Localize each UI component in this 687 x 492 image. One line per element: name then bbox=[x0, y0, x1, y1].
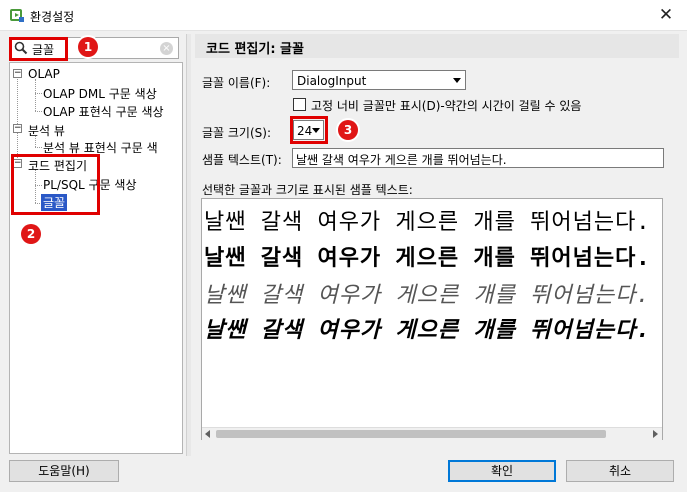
annotation-box-font-size bbox=[290, 116, 328, 144]
tree-item-olap-expression-syntax-color[interactable]: OLAP 표현식 구문 색상 bbox=[43, 103, 164, 120]
annotation-box-tree bbox=[11, 154, 100, 215]
app-icon bbox=[10, 9, 24, 22]
chevron-down-icon bbox=[453, 78, 461, 83]
sample-text-value: 날쌘 갈색 여우가 게으른 개를 뛰어넘는다. bbox=[296, 153, 507, 167]
tree-item-analytic-view[interactable]: 분석 뷰 bbox=[28, 122, 65, 139]
tree-connector bbox=[35, 93, 42, 94]
annotation-badge-1: 1 bbox=[78, 37, 98, 57]
preview-line-bold-italic: 날쌘 갈색 여우가 게으른 개를 뛰어넘는다. bbox=[204, 318, 651, 343]
fixed-width-checkbox[interactable] bbox=[293, 98, 306, 111]
preview-line-italic: 날쌘 갈색 여우가 게으른 개를 뛰어넘는다. bbox=[204, 283, 651, 308]
font-preview-area: 날쌘 갈색 여우가 게으른 개를 뛰어넘는다. 날쌘 갈색 여우가 게으른 개를… bbox=[201, 198, 663, 440]
sample-text-input[interactable]: 날쌘 갈색 여우가 게으른 개를 뛰어넘는다. bbox=[292, 148, 664, 168]
font-size-label: 글꼴 크기(S): bbox=[202, 126, 271, 140]
cancel-button[interactable]: 취소 bbox=[566, 460, 674, 482]
title-bar bbox=[0, 0, 687, 31]
annotation-badge-2: 2 bbox=[21, 224, 41, 244]
tree-connector bbox=[35, 147, 42, 148]
panel-splitter[interactable] bbox=[186, 34, 191, 456]
font-name-label: 글꼴 이름(F): bbox=[202, 76, 271, 90]
tree-item-olap[interactable]: OLAP bbox=[28, 67, 60, 81]
tree-connector bbox=[35, 111, 42, 112]
sample-text-label: 샘플 텍스트(T): bbox=[202, 153, 282, 167]
font-name-value: DialogInput bbox=[297, 74, 367, 88]
annotation-badge-3: 3 bbox=[338, 120, 358, 140]
font-name-select[interactable]: DialogInput bbox=[292, 70, 466, 90]
preview-line-bold: 날쌘 갈색 여우가 게으른 개를 뛰어넘는다. bbox=[204, 246, 651, 271]
window-title: 환경설정 bbox=[30, 10, 75, 24]
annotation-box-search bbox=[9, 37, 68, 61]
collapse-icon[interactable]: − bbox=[13, 124, 22, 133]
fixed-width-label: 고정 너비 글꼴만 표시(D)-약간의 시간이 걸릴 수 있음 bbox=[311, 99, 582, 113]
ok-button[interactable]: 확인 bbox=[448, 460, 556, 482]
scroll-right-icon[interactable] bbox=[653, 430, 658, 438]
help-button[interactable]: 도움말(H) bbox=[9, 460, 119, 482]
page-title: 코드 편집기: 글꼴 bbox=[206, 42, 304, 57]
clear-icon[interactable]: × bbox=[160, 42, 173, 55]
close-icon[interactable]: ✕ bbox=[653, 2, 679, 28]
preview-label: 선택한 글꼴과 크기로 표시된 샘플 텍스트: bbox=[202, 183, 413, 197]
preview-scrollbar[interactable] bbox=[202, 427, 662, 440]
scrollbar-thumb[interactable] bbox=[216, 430, 606, 438]
tree-connector bbox=[17, 72, 18, 160]
tree-connector bbox=[35, 79, 36, 111]
preview-line-plain: 날쌘 갈색 여우가 게으른 개를 뛰어넘는다. bbox=[204, 210, 651, 235]
preferences-tree[interactable]: − OLAP OLAP DML 구문 색상 OLAP 표현식 구문 색상 − 분… bbox=[9, 62, 183, 454]
tree-item-olap-dml-syntax-color[interactable]: OLAP DML 구문 색상 bbox=[43, 85, 157, 102]
scroll-left-icon[interactable] bbox=[205, 430, 210, 438]
collapse-icon[interactable]: − bbox=[13, 69, 22, 78]
